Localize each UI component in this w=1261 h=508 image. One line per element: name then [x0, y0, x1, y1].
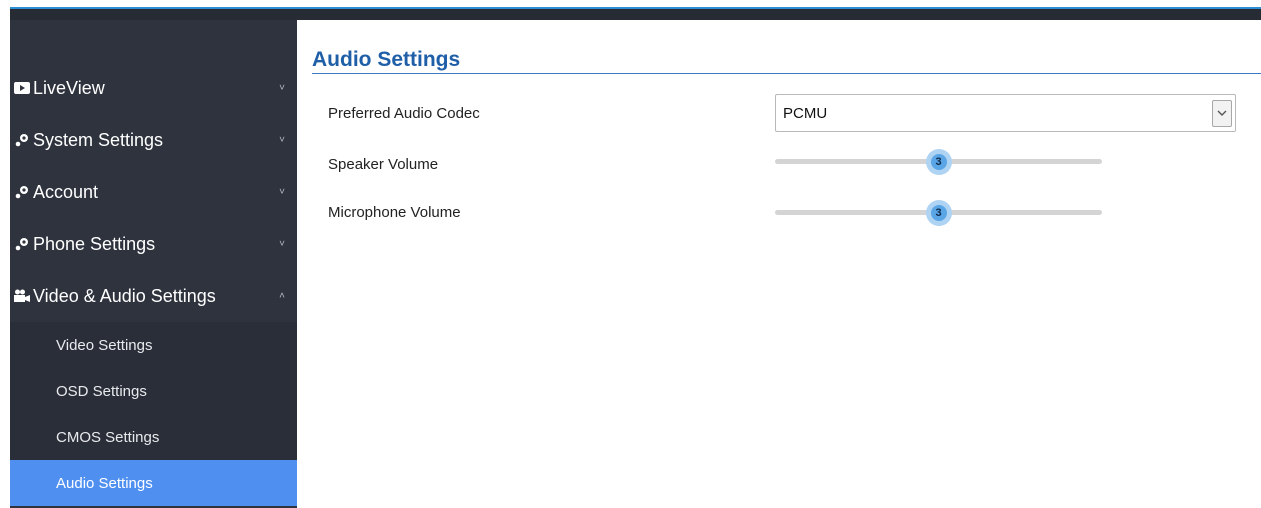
chevron-down-icon: ˅: [279, 238, 285, 250]
microphone-volume-slider[interactable]: 3: [775, 200, 1102, 226]
sidebar-subitem-cmos-settings[interactable]: CMOS Settings: [10, 414, 297, 460]
sidebar-item-label: LiveView: [33, 77, 105, 98]
sidebar: LiveView ˅ System Settings ˅ Account ˅ P…: [10, 20, 297, 508]
codec-label: Preferred Audio Codec: [328, 105, 480, 122]
slider-value: 3: [930, 154, 947, 170]
sidebar-item-account[interactable]: Account ˅: [10, 167, 297, 217]
camera-icon: [13, 287, 31, 305]
main-content: Audio Settings Preferred Audio Codec PCM…: [297, 20, 1261, 508]
sidebar-item-liveview[interactable]: LiveView ˅: [10, 63, 297, 113]
gear-icon: [13, 131, 31, 149]
sidebar-item-label: Video & Audio Settings: [33, 285, 216, 306]
chevron-down-icon: ˅: [279, 134, 285, 146]
top-bar: [0, 0, 1261, 20]
slider-thumb[interactable]: 3: [925, 149, 952, 175]
codec-select-value: PCMU: [783, 104, 828, 122]
chevron-down-icon: ˅: [279, 82, 285, 94]
page-title: Audio Settings: [312, 48, 461, 71]
gear-icon: [13, 235, 31, 253]
chevron-down-icon[interactable]: [1212, 100, 1232, 127]
slider-value: 3: [930, 205, 947, 221]
sidebar-item-system-settings[interactable]: System Settings ˅: [10, 115, 297, 165]
sidebar-subitem-audio-settings[interactable]: Audio Settings: [10, 460, 297, 506]
video-icon: [13, 79, 31, 97]
chevron-up-icon: ˄: [279, 290, 285, 302]
title-divider: [312, 73, 1261, 74]
sidebar-item-label: Phone Settings: [33, 233, 156, 254]
sidebar-subitem-video-settings[interactable]: Video Settings: [10, 322, 297, 368]
sidebar-item-label: Account: [33, 181, 99, 202]
microphone-volume-label: Microphone Volume: [328, 204, 461, 221]
codec-select[interactable]: PCMU: [775, 94, 1236, 132]
sidebar-item-label: System Settings: [33, 129, 164, 150]
slider-thumb[interactable]: 3: [925, 200, 952, 226]
chevron-down-icon: ˅: [279, 186, 285, 198]
gear-icon: [13, 183, 31, 201]
sidebar-item-phone-settings[interactable]: Phone Settings ˅: [10, 219, 297, 269]
speaker-volume-slider[interactable]: 3: [775, 149, 1102, 175]
sidebar-item-video-audio-settings[interactable]: Video & Audio Settings ˄: [10, 271, 297, 321]
sidebar-subitem-osd-settings[interactable]: OSD Settings: [10, 368, 297, 414]
speaker-volume-label: Speaker Volume: [328, 156, 439, 173]
top-bar-accent-line: [10, 7, 1261, 9]
